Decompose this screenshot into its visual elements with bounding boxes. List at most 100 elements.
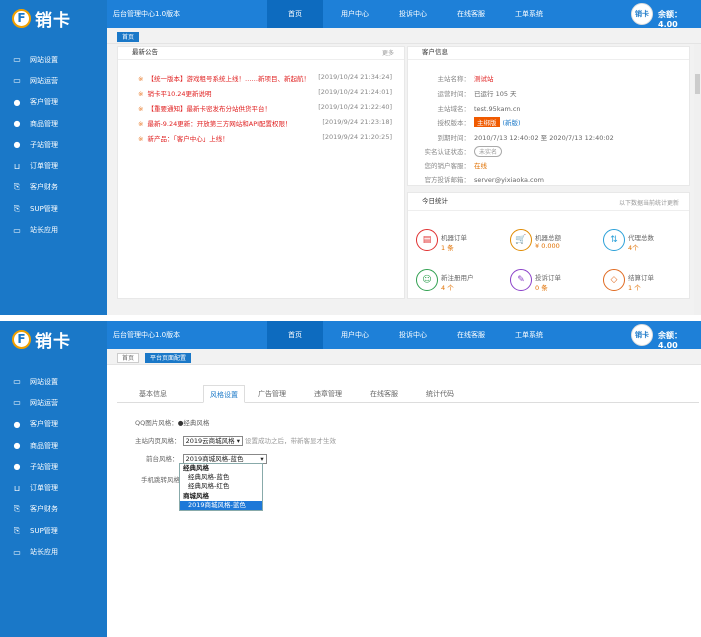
station-style-select[interactable]: 2019云商城风格 ▾ bbox=[182, 436, 243, 446]
tab-ads[interactable]: 广告管理 bbox=[251, 385, 293, 403]
verification-row: 实名认证状态： 未实名 bbox=[408, 146, 503, 157]
sidebar-item-substations[interactable]: ● 子站管理 bbox=[0, 456, 107, 477]
monitor-icon: ▭ bbox=[13, 547, 21, 557]
sidebar-item-sup[interactable]: ⎘ SUP管理 bbox=[0, 198, 107, 219]
domain-row: 主站域名： test.95kam.cn bbox=[408, 103, 521, 113]
stats-note: 以下数据当前统计更新 bbox=[618, 200, 679, 207]
license-badge: 主绑版 bbox=[474, 117, 500, 127]
dropdown-option-selected[interactable]: 2019商城风格-蓝色 bbox=[180, 500, 262, 510]
sidebar-item-apps[interactable]: ▭ 站长应用 bbox=[0, 219, 107, 240]
sidebar-item-sup[interactable]: ⎘ SUP管理 bbox=[0, 520, 107, 541]
nav-online-service[interactable]: 在线客服 bbox=[449, 0, 493, 28]
field-value: 已运行 105 天 bbox=[474, 90, 517, 98]
nav-tickets[interactable]: 工单系统 bbox=[507, 321, 551, 349]
dropdown-option[interactable]: 经典风格-红色 bbox=[180, 482, 262, 491]
nav-complaints[interactable]: 投诉中心 bbox=[391, 321, 435, 349]
station-style-row: 主站内页风格： 2019云商城风格 ▾ 设置成功之后，带新客显才生效 bbox=[135, 435, 336, 446]
tab-home[interactable]: 首页 bbox=[117, 32, 140, 42]
qq-style-value: 经典风格 bbox=[183, 419, 210, 427]
sidebar-item-customers[interactable]: ● 客户管理 bbox=[0, 414, 107, 435]
tab-style-settings[interactable]: 风格设置 bbox=[203, 385, 245, 403]
nav-online-service[interactable]: 在线客服 bbox=[449, 321, 493, 349]
dropdown-option[interactable]: 经典风格-蓝色 bbox=[180, 473, 262, 482]
station-style-note: 设置成功之后，带新客显才生效 bbox=[245, 437, 337, 445]
nav-home[interactable]: 首页 bbox=[267, 0, 323, 28]
monitor-icon: ▭ bbox=[13, 225, 21, 235]
stat-settled: ◇ 结算订单 1 个 bbox=[603, 269, 693, 299]
sidebar-menu: ▭ 网站设置 ▭ 网站运营 ● 客户管理 ● 商品管理 ● 子站管理 ⊔ 订单管理 ⎘ 客户财… bbox=[0, 49, 107, 241]
stat-value: 1 条 bbox=[441, 244, 454, 252]
notice-item[interactable]: ※ 销卡平10.24更新说明 bbox=[138, 88, 212, 98]
nav-user-center[interactable]: 用户中心 bbox=[333, 321, 377, 349]
stat-robot-amount: 🛒 机器总额 ¥ 0.000 bbox=[510, 229, 600, 259]
front-style-dropdown: 经典风格 经典风格-蓝色 经典风格-红色 商城风格 2019商城风格-蓝色 bbox=[179, 463, 263, 511]
field-value: 2010/7/13 12:40:02 至 2020/7/13 12:40:02 bbox=[474, 134, 614, 142]
notice-date: [2019/9/24 21:23:18] bbox=[322, 118, 392, 126]
chevron-down-icon: ▾ bbox=[236, 437, 240, 445]
nav-complaints[interactable]: 投诉中心 bbox=[391, 0, 435, 28]
tab-basic-info[interactable]: 基本信息 bbox=[132, 385, 174, 403]
tab-violations[interactable]: 违章管理 bbox=[307, 385, 349, 403]
sidebar-item-site-operations[interactable]: ▭ 网站运营 bbox=[0, 392, 107, 413]
sidebar-item-site-settings[interactable]: ▭ 网站设置 bbox=[0, 371, 107, 392]
tab-online-service[interactable]: 在线客服 bbox=[363, 385, 405, 403]
sidebar-item-products[interactable]: ● 商品管理 bbox=[0, 435, 107, 456]
sidebar-item-orders[interactable]: ⊔ 订单管理 bbox=[0, 477, 107, 498]
page-tabs: 首页 平台页面配置 bbox=[107, 349, 701, 365]
station-style-label: 主站内页风格： bbox=[135, 437, 181, 445]
nav-user-center[interactable]: 用户中心 bbox=[333, 0, 377, 28]
sidebar-item-label: 站长应用 bbox=[30, 226, 58, 235]
sidebar-item-products[interactable]: ● 商品管理 bbox=[0, 113, 107, 134]
sidebar-item-label: 客户管理 bbox=[30, 420, 58, 429]
brand-name: 销卡 bbox=[35, 10, 71, 31]
sidebar-item-label: SUP管理 bbox=[30, 204, 58, 213]
sidebar: F 销卡 ▭ 网站设置 ▭ 网站运营 ● 客户管理 ● 商品管理 ● 子站管理 ⊔ 订单管理… bbox=[0, 321, 107, 637]
sidebar-item-substations[interactable]: ● 子站管理 bbox=[0, 134, 107, 155]
stat-value: 4 个 bbox=[441, 284, 454, 292]
shield-icon: ◇ bbox=[603, 269, 625, 291]
top-header: 后台管理中心1.0版本 首页 用户中心 投诉中心 在线客服 工单系统 销卡 余额… bbox=[107, 0, 701, 29]
verification-status[interactable]: 未实名 bbox=[474, 146, 503, 157]
notice-text: 新产品：「客户中心」上线！ bbox=[147, 135, 229, 143]
notice-item[interactable]: ※ 【重要通知】最新卡密发布分站供货平台！ bbox=[138, 103, 271, 113]
sidebar-item-label: 子站管理 bbox=[30, 140, 58, 149]
support-chat-link[interactable]: 在线 bbox=[474, 162, 487, 170]
brand-logo[interactable]: F 销卡 bbox=[12, 327, 71, 352]
stat-label: 机器订单 bbox=[441, 234, 467, 242]
product-icon: ● bbox=[13, 441, 21, 451]
nav-tickets[interactable]: 工单系统 bbox=[507, 0, 551, 28]
scrollbar-thumb[interactable] bbox=[695, 74, 700, 94]
nav-home[interactable]: 首页 bbox=[267, 321, 323, 349]
sidebar-item-label: 网站设置 bbox=[30, 55, 58, 64]
sidebar-item-site-operations[interactable]: ▭ 网站运营 bbox=[0, 70, 107, 91]
notice-text: 销卡平10.24更新说明 bbox=[147, 90, 212, 98]
copy-icon: ⎘ bbox=[13, 525, 21, 535]
notice-title: 最新公告 bbox=[118, 47, 404, 60]
page-tabs: 首页 bbox=[107, 28, 701, 44]
notice-item[interactable]: ※ 最新-9.24更新：开放第三方网站和API配置权限！ bbox=[138, 118, 292, 128]
monitor-icon: ▭ bbox=[13, 55, 21, 65]
product-icon: ● bbox=[13, 119, 21, 129]
sidebar-item-orders[interactable]: ⊔ 订单管理 bbox=[0, 155, 107, 176]
sidebar: F 销卡 ▭ 网站设置 ▭ 网站运营 ● 客户管理 ● 商品管理 ● 子站管理 ⊔ 订单管理… bbox=[0, 0, 107, 315]
sidebar-item-customers[interactable]: ● 客户管理 bbox=[0, 92, 107, 113]
notice-item[interactable]: ※ 新产品：「客户中心」上线！ bbox=[138, 133, 229, 143]
tab-home[interactable]: 首页 bbox=[117, 353, 140, 363]
notice-item[interactable]: ※ 【统一版本】游戏租号系统上线！……新项目、新起航！ bbox=[138, 73, 310, 83]
scrollbar[interactable] bbox=[694, 44, 701, 315]
sidebar-item-apps[interactable]: ▭ 站长应用 bbox=[0, 541, 107, 562]
avatar[interactable]: 销卡 bbox=[631, 324, 653, 346]
avatar[interactable]: 销卡 bbox=[631, 3, 653, 25]
logo-mark-icon: F bbox=[12, 8, 31, 28]
notice-more-link[interactable]: 更多 bbox=[382, 48, 394, 57]
brand-logo[interactable]: F 销卡 bbox=[12, 6, 71, 31]
tab-stats-code[interactable]: 统计代码 bbox=[419, 385, 461, 403]
notice-date: [2019/10/24 21:24:01] bbox=[318, 88, 392, 96]
sidebar-item-site-settings[interactable]: ▭ 网站设置 bbox=[0, 49, 107, 70]
header-title: 后台管理中心1.0版本 bbox=[113, 331, 181, 339]
notice-text: 最新-9.24更新：开放第三方网站和API配置权限！ bbox=[147, 120, 292, 128]
sidebar-item-finance[interactable]: ⎘ 客户财务 bbox=[0, 177, 107, 198]
expiry-row: 到期时间： 2010/7/13 12:40:02 至 2020/7/13 12:4… bbox=[408, 132, 614, 142]
sidebar-item-finance[interactable]: ⎘ 客户财务 bbox=[0, 499, 107, 520]
tab-platform-page-config[interactable]: 平台页面配置 bbox=[145, 353, 192, 363]
